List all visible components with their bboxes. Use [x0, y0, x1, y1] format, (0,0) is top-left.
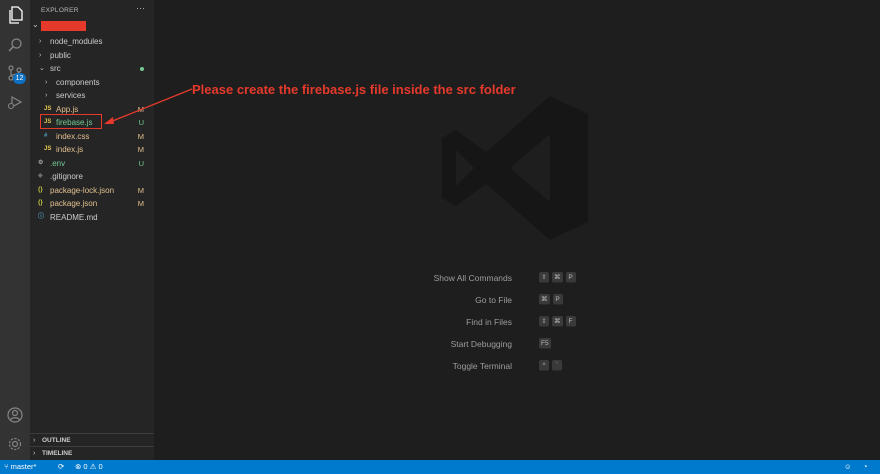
more-actions-icon[interactable]: ···	[136, 3, 145, 13]
tree-item-label: src	[50, 64, 61, 73]
branch-name: master*	[10, 462, 37, 471]
json-file-icon: {}	[38, 186, 43, 193]
chevron-right-icon: ›	[39, 38, 42, 45]
key-cap: ^	[539, 360, 549, 371]
key-cap: ⇧	[539, 316, 549, 327]
key-cap: P	[552, 294, 563, 305]
modified-dot-icon	[140, 67, 144, 71]
chevron-down-icon: ⌄	[39, 65, 45, 72]
tree-item-label: .env	[50, 158, 66, 168]
css-file-icon: #	[44, 132, 48, 139]
scm-badge: 12	[13, 73, 26, 84]
shortcut-row[interactable]: Toggle Terminal ^ `	[380, 360, 600, 374]
shortcut-row[interactable]: Start Debugging F5	[380, 338, 600, 352]
shortcut-label: Find in Files	[466, 317, 512, 327]
key-cap: ⇧	[539, 272, 549, 283]
vscode-watermark-logo	[442, 96, 588, 240]
tree-item-label: public	[50, 50, 71, 60]
key-cap: F	[565, 316, 576, 327]
notifications-bell-icon[interactable]: ◔	[863, 462, 868, 471]
feedback-icon[interactable]: ☺	[844, 462, 852, 471]
markdown-file-icon: ⓘ	[38, 213, 45, 220]
explorer-sidebar: EXPLORER ··· ⌄ › node_modules › public ⌄ src ›…	[30, 0, 154, 460]
warning-icon: ⚠	[89, 462, 97, 471]
tree-item-label: index.css	[56, 131, 90, 141]
shortcut-label: Show All Commands	[433, 273, 512, 283]
activity-bar: 12	[0, 0, 30, 460]
tree-file[interactable]: {} package.json M	[30, 197, 154, 210]
tree-item-label: components	[56, 77, 100, 87]
sync-icon[interactable]: ⟳	[58, 462, 64, 471]
tree-item-label: index.js	[56, 145, 84, 154]
chevron-down-icon: ⌄	[32, 20, 39, 29]
key-cap: F5	[539, 338, 551, 349]
key-cap: ⌘	[552, 272, 563, 283]
key-cap: ⌘	[552, 316, 563, 327]
shortcut-label: Toggle Terminal	[452, 361, 512, 371]
git-file-icon: ◆	[38, 173, 43, 179]
tree-folder[interactable]: › public	[30, 49, 154, 62]
git-status-badge: M	[137, 199, 144, 208]
settings-gear-icon[interactable]	[5, 434, 25, 454]
chevron-right-icon: ›	[45, 78, 48, 86]
warning-count: 0	[98, 462, 103, 471]
problems-indicator[interactable]: ⊗ 0 ⚠ 0	[75, 462, 103, 471]
tree-file[interactable]: JS index.js M	[30, 143, 154, 156]
key-cap: `	[552, 360, 562, 371]
keybinding: ⇧ ⌘ F	[539, 316, 576, 327]
chevron-right-icon: ›	[39, 51, 42, 59]
tree-item-label: README.md	[50, 212, 98, 222]
js-file-icon: JS	[44, 146, 52, 152]
files-icon[interactable]	[5, 5, 25, 25]
firebase-highlight-box	[40, 114, 102, 129]
shortcut-label: Go to File	[475, 295, 512, 305]
tree-file[interactable]: ◆ .gitignore	[30, 170, 154, 183]
shortcut-row[interactable]: Find in Files ⇧ ⌘ F	[380, 316, 600, 330]
timeline-section[interactable]: › TIMELINE	[30, 446, 154, 460]
project-root-folder[interactable]: ⌄	[30, 20, 154, 32]
key-cap: ⌘	[539, 294, 550, 305]
tree-item-label: package.json	[50, 199, 98, 208]
keybinding: ⇧ ⌘ P	[539, 272, 576, 283]
json-file-icon: {}	[38, 200, 43, 206]
shortcut-row[interactable]: Show All Commands ⇧ ⌘ P	[380, 272, 600, 286]
tree-item-label: package-lock.json	[50, 185, 115, 195]
run-debug-icon[interactable]	[5, 92, 25, 112]
tree-file[interactable]: {} package-lock.json M	[30, 184, 154, 197]
shortcut-label: Start Debugging	[450, 339, 512, 349]
tree-file[interactable]: ⓘ README.md	[30, 211, 154, 224]
project-name-redacted	[41, 21, 86, 31]
keybinding: F5	[539, 338, 551, 349]
timeline-label: TIMELINE	[42, 450, 73, 457]
tree-folder[interactable]: ⌄ src	[30, 62, 154, 75]
tree-item-label: node_modules	[50, 37, 103, 46]
tree-item-label: .gitignore	[50, 172, 83, 181]
error-icon: ⊗	[75, 462, 82, 471]
git-status-badge: U	[138, 158, 144, 168]
git-branch[interactable]: ⑂ master*	[4, 462, 36, 471]
error-count: 0	[83, 462, 88, 471]
account-icon[interactable]	[5, 405, 25, 425]
env-file-icon: ⚙	[38, 159, 44, 166]
tree-file[interactable]: # index.css M	[30, 130, 154, 143]
annotation-arrow	[104, 88, 193, 124]
chevron-right-icon: ›	[45, 92, 48, 99]
outline-section[interactable]: › OUTLINE	[30, 433, 154, 447]
git-status-badge: M	[137, 131, 144, 141]
tree-folder[interactable]: › node_modules	[30, 35, 154, 48]
git-status-badge: M	[137, 145, 144, 154]
branch-icon: ⑂	[4, 462, 9, 471]
tree-file[interactable]: ⚙ .env U	[30, 157, 154, 170]
chevron-right-icon: ›	[33, 450, 36, 457]
explorer-title: EXPLORER	[41, 7, 79, 14]
keybinding: ⌘ P	[539, 294, 563, 305]
search-icon[interactable]	[5, 35, 25, 55]
status-bar: ⑂ master* ⟳ ⊗ 0 ⚠ 0 ☺ ◔	[0, 460, 880, 474]
tree-item-label: services	[56, 91, 86, 100]
shortcut-row[interactable]: Go to File ⌘ P	[380, 294, 600, 308]
git-status-badge: M	[137, 185, 144, 195]
keybinding: ^ `	[539, 360, 562, 371]
key-cap: P	[565, 272, 576, 283]
